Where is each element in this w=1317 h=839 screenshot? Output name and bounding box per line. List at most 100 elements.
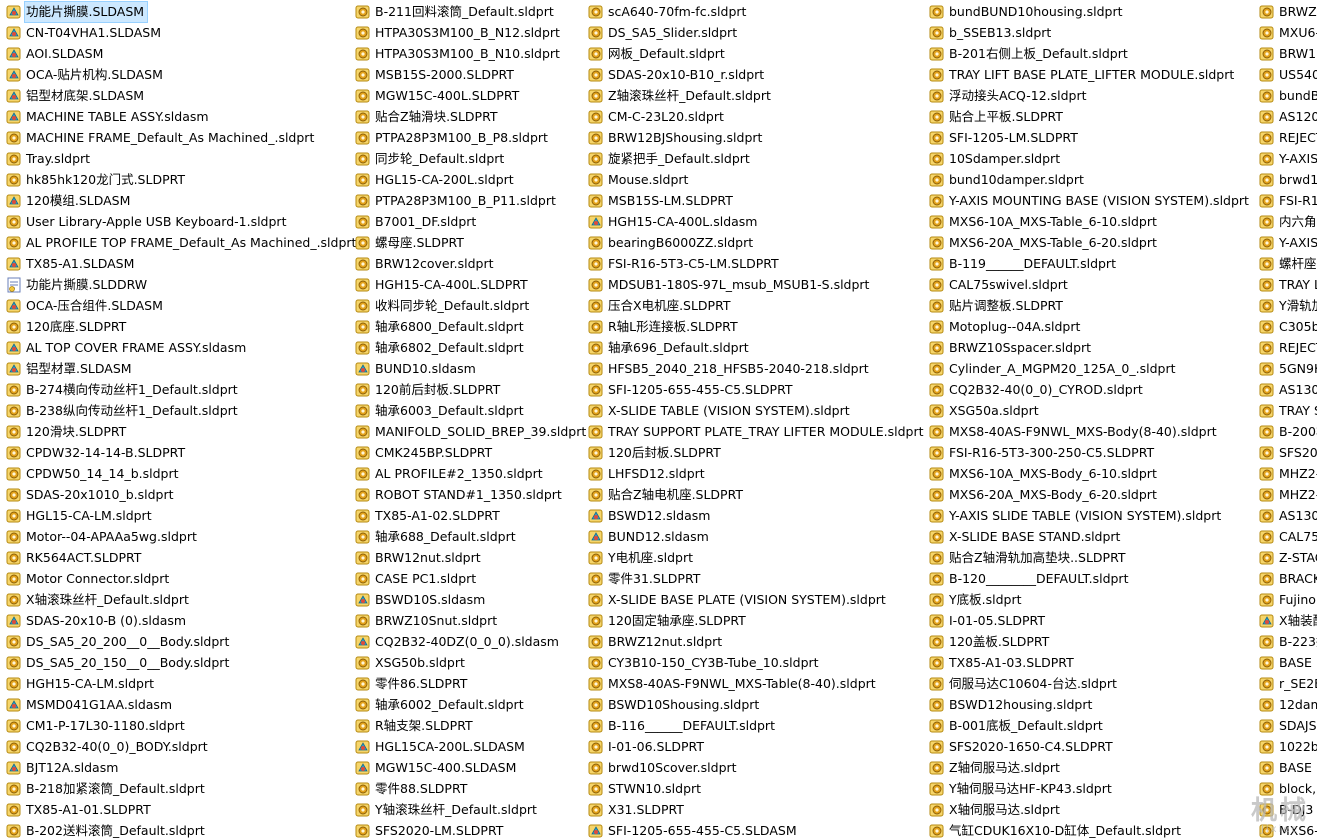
file-item[interactable]: CPDW32-14-14-B.SLDPRT: [6, 443, 188, 463]
file-item[interactable]: 铝型材罩.SLDASM: [6, 359, 135, 379]
file-item[interactable]: Y-AXIS MOUNTING BASE (VISION SYSTEM).sld…: [929, 191, 1252, 211]
file-item[interactable]: MACHINE FRAME_Default_As Machined_.sldpr…: [6, 128, 317, 148]
file-item[interactable]: HGL15-CA-LM.sldprt: [6, 506, 155, 526]
file-item[interactable]: 120后封板.SLDPRT: [588, 443, 724, 463]
file-item[interactable]: LHFSD12.sldprt: [588, 464, 708, 484]
file-item[interactable]: 铝型材底架.SLDASM: [6, 86, 147, 106]
file-item[interactable]: HGL15CA-200L.SLDASM: [355, 737, 528, 757]
file-item[interactable]: MXS6-20A_MXS-Table_6-20.sldprt: [929, 233, 1160, 253]
file-item[interactable]: B-120________DEFAULT.sldprt: [929, 569, 1131, 589]
file-item[interactable]: X轴装配: [1259, 611, 1317, 631]
file-item[interactable]: BRACK: [1259, 569, 1317, 589]
file-item[interactable]: SDAS-20x10-B (0).sldasm: [6, 611, 189, 631]
file-item[interactable]: 气缸CDUK16X10-D缸体_Default.sldprt: [929, 821, 1184, 839]
file-item[interactable]: B-119______DEFAULT.sldprt: [929, 254, 1119, 274]
file-item[interactable]: MXS8-40AS-F9NWL_MXS-Table(8-40).sldprt: [588, 674, 879, 694]
file-item[interactable]: TX85-A1-01.SLDPRT: [6, 800, 154, 820]
file-item[interactable]: 零件31.SLDPRT: [588, 569, 703, 589]
file-item[interactable]: MSB15S-LM.SLDPRT: [588, 191, 736, 211]
file-item[interactable]: 120底座.SLDPRT: [6, 317, 129, 337]
file-item[interactable]: 浮动接头ACQ-12.sldprt: [929, 86, 1090, 106]
file-item[interactable]: HTPA30S3M100_B_N12.sldprt: [355, 23, 563, 43]
file-item[interactable]: 10Sdamper.sldprt: [929, 149, 1063, 169]
file-item[interactable]: BRW12cover.sldprt: [355, 254, 497, 274]
file-item[interactable]: SFI-1205-LM.SLDPRT: [929, 128, 1081, 148]
file-item[interactable]: HGH15-CA-400L.sldasm: [588, 212, 760, 232]
file-item[interactable]: CQ2B32-40(0_0)_CYROD.sldprt: [929, 380, 1146, 400]
file-item[interactable]: bund10damper.sldprt: [929, 170, 1087, 190]
file-item[interactable]: 功能片撕膜.SLDDRW: [6, 275, 150, 295]
file-item[interactable]: 轴承688_Default.sldprt: [355, 527, 519, 547]
file-item[interactable]: X轴伺服马达.sldprt: [929, 800, 1063, 820]
file-item[interactable]: AOI.SLDASM: [6, 44, 106, 64]
file-item[interactable]: DS_SA5_20_150__0__Body.sldprt: [6, 653, 232, 673]
file-item[interactable]: TRAY LIFT BASE PLATE_LIFTER MODULE.sldpr…: [929, 65, 1237, 85]
file-item[interactable]: MDSUB1-180S-97L_msub_MSUB1-S.sldprt: [588, 275, 872, 295]
file-item[interactable]: 零件88.SLDPRT: [355, 779, 470, 799]
file-item[interactable]: B-211回料滚筒_Default.sldprt: [355, 2, 557, 22]
file-item[interactable]: hk85hk120龙门式.SLDPRT: [6, 170, 188, 190]
file-item[interactable]: MGW15C-400.SLDASM: [355, 758, 519, 778]
file-item[interactable]: AL TOP COVER FRAME ASSY.sldasm: [6, 338, 249, 358]
file-item[interactable]: AS1201: [1259, 107, 1317, 127]
file-item[interactable]: TRAY S: [1259, 401, 1317, 421]
file-item[interactable]: 螺杆座.: [1259, 254, 1317, 274]
file-item[interactable]: 贴合Z轴滑块.SLDPRT: [355, 107, 501, 127]
file-item[interactable]: 网板_Default.sldprt: [588, 44, 728, 64]
file-item[interactable]: BJT12A.sldasm: [6, 758, 121, 778]
file-item[interactable]: bearingB6000ZZ.sldprt: [588, 233, 756, 253]
file-item[interactable]: Y-AXIS: [1259, 149, 1317, 169]
file-item[interactable]: STWN10.sldprt: [588, 779, 704, 799]
file-item[interactable]: Motoplug--04A.sldprt: [929, 317, 1083, 337]
file-item[interactable]: I-01-05.SLDPRT: [929, 611, 1048, 631]
file-item[interactable]: CAL75swivel.sldprt: [929, 275, 1071, 295]
file-item[interactable]: 5GN9K: [1259, 359, 1317, 379]
file-item[interactable]: 收料同步轮_Default.sldprt: [355, 296, 532, 316]
file-item[interactable]: TX85-A1.SLDASM: [6, 254, 137, 274]
file-item[interactable]: SDAS-20x10-B10_r.sldprt: [588, 65, 767, 85]
file-item[interactable]: SFI-1205-655-455-C5.SLDPRT: [588, 380, 796, 400]
file-item[interactable]: 1022bs: [1259, 737, 1317, 757]
file-item[interactable]: scA640-70fm-fc.sldprt: [588, 2, 749, 22]
file-item[interactable]: block,: [1259, 779, 1317, 799]
file-item[interactable]: Fujinon: [1259, 590, 1317, 610]
file-item[interactable]: CASE PC1.sldprt: [355, 569, 479, 589]
file-item[interactable]: MANIFOLD_SOLID_BREP_39.sldprt: [355, 422, 589, 442]
file-item[interactable]: MXS6-20A_MXS-Body_6-20.sldprt: [929, 485, 1160, 505]
file-item[interactable]: AS1301: [1259, 380, 1317, 400]
file-item[interactable]: FSI-R16-5T3-300-250-C5.SLDPRT: [929, 443, 1157, 463]
file-item[interactable]: AL PROFILE TOP FRAME_Default_As Machined…: [6, 233, 359, 253]
file-item[interactable]: DS_SA5_Slider.sldprt: [588, 23, 740, 43]
file-item[interactable]: XSG50b.sldprt: [355, 653, 468, 673]
file-item[interactable]: XSG50a.sldprt: [929, 401, 1042, 421]
file-item[interactable]: FSI-R16: [1259, 191, 1317, 211]
file-item[interactable]: 轴承6802_Default.sldprt: [355, 338, 527, 358]
file-item[interactable]: ROBOT STAND#1_1350.sldprt: [355, 485, 565, 505]
file-item[interactable]: Y底板.sldprt: [929, 590, 1025, 610]
file-item[interactable]: TX85-A1-03.SLDPRT: [929, 653, 1077, 673]
file-item[interactable]: HGH15-CA-LM.sldprt: [6, 674, 157, 694]
file-item[interactable]: 120固定轴承座.SLDPRT: [588, 611, 749, 631]
file-item[interactable]: b_SSEB13.sldprt: [929, 23, 1054, 43]
file-item[interactable]: X-SLIDE BASE PLATE (VISION SYSTEM).sldpr…: [588, 590, 889, 610]
file-item[interactable]: BRW12nut.sldprt: [355, 548, 484, 568]
file-item[interactable]: TRAY L: [1259, 275, 1317, 295]
file-item[interactable]: 轴承6800_Default.sldprt: [355, 317, 527, 337]
file-item[interactable]: B-223搁: [1259, 632, 1317, 652]
file-item[interactable]: brwd10Scover.sldprt: [588, 758, 740, 778]
file-item[interactable]: Motor Connector.sldprt: [6, 569, 172, 589]
file-item[interactable]: SFS2020-1650-C4.SLDPRT: [929, 737, 1116, 757]
file-item[interactable]: 同步轮_Default.sldprt: [355, 149, 507, 169]
file-item[interactable]: R轴L形连接板.SLDPRT: [588, 317, 741, 337]
file-item[interactable]: HGH15-CA-400L.SLDPRT: [355, 275, 531, 295]
file-item[interactable]: CM1-P-17L30-1180.sldprt: [6, 716, 188, 736]
file-item[interactable]: MACHINE TABLE ASSY.sldasm: [6, 107, 212, 127]
file-item[interactable]: CM-C-23L20.sldprt: [588, 107, 727, 127]
file-item[interactable]: SFS202: [1259, 443, 1317, 463]
file-item[interactable]: Cylinder_A_MGPM20_125A_0_.sldprt: [929, 359, 1179, 379]
file-item[interactable]: TX85-A1-02.SLDPRT: [355, 506, 503, 526]
file-item[interactable]: 轴承6002_Default.sldprt: [355, 695, 527, 715]
file-item[interactable]: BSWD10S.sldasm: [355, 590, 488, 610]
file-item[interactable]: OCA-贴片机构.SLDASM: [6, 65, 166, 85]
file-item[interactable]: BRWZ10Snut.sldprt: [355, 611, 500, 631]
